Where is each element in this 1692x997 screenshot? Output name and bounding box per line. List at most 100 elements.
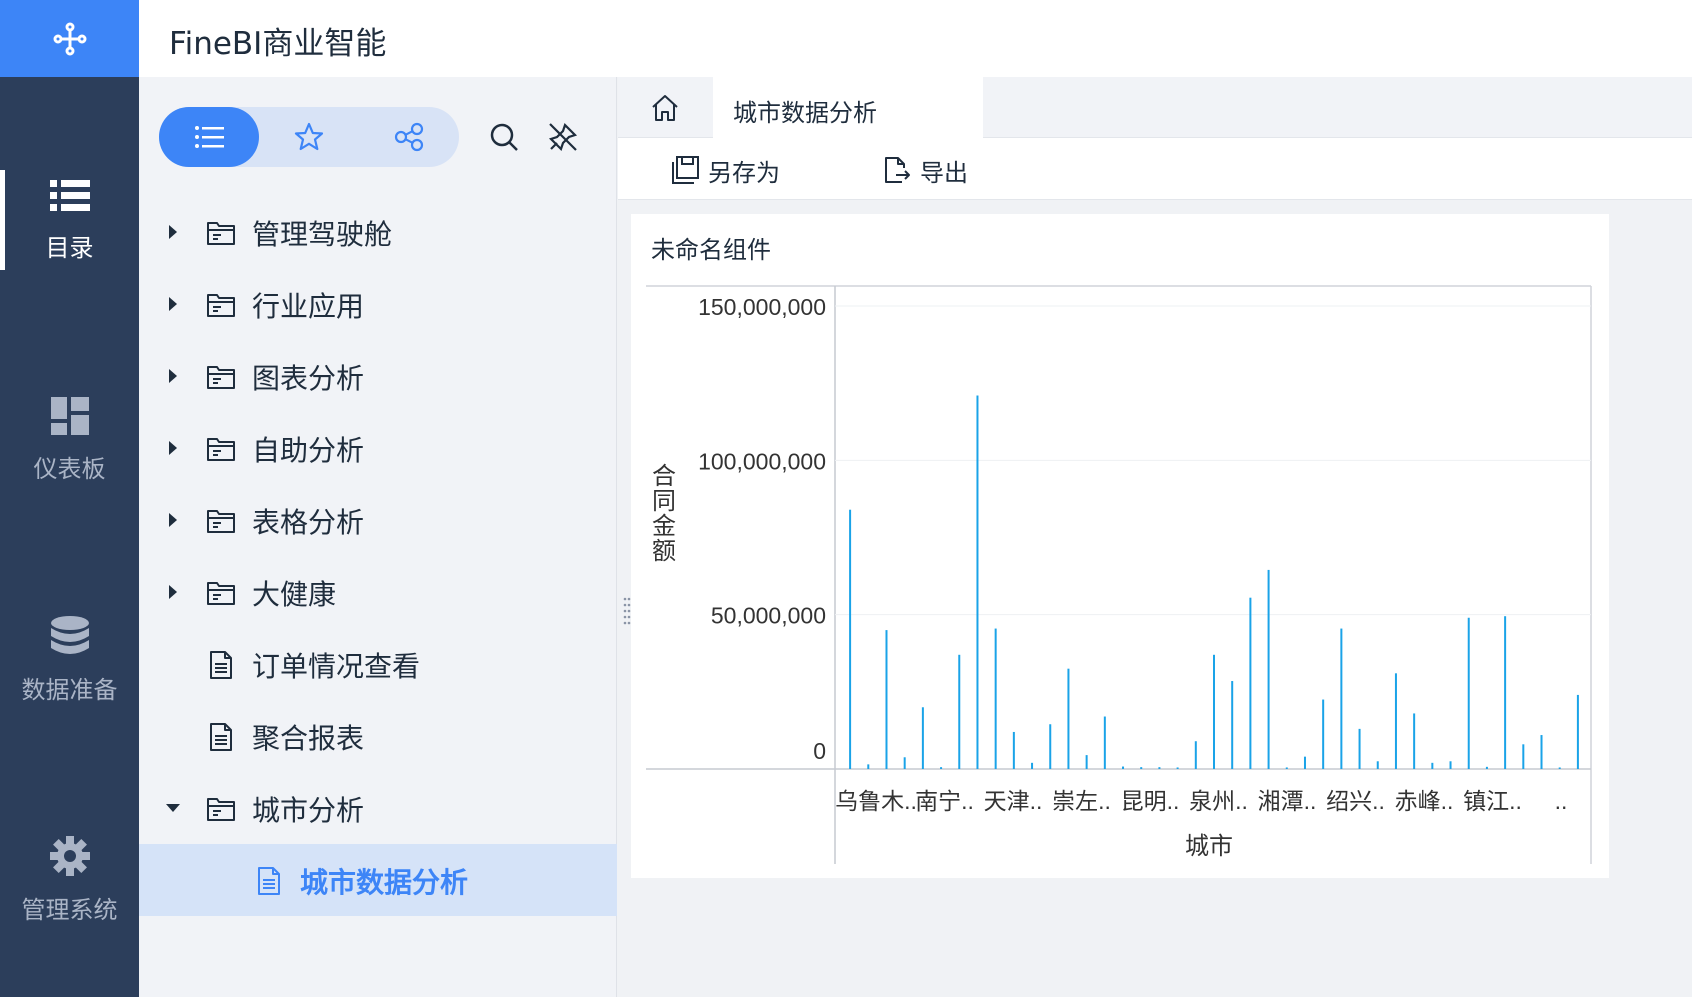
export-icon [885,157,910,183]
bar [1012,731,1015,769]
tree-folder[interactable]: 图表分析 [139,340,617,412]
caret-right-icon[interactable] [166,368,180,384]
folder-icon [207,366,235,389]
bar [1394,673,1397,769]
share-button[interactable] [359,107,459,167]
database-icon [50,615,89,654]
caret-right-icon[interactable] [166,512,180,528]
nav-item-admin[interactable]: 管理系统 [0,825,139,935]
tree-report[interactable]: 订单情况查看 [139,628,617,700]
x-tick-label: 绍兴.. [1326,788,1385,814]
main-nav: 目录 仪表板 数据准备 管理系统 [0,0,139,997]
favorites-button[interactable] [259,107,359,167]
bar [940,767,943,769]
tree-item-label: 城市数据分析 [300,866,469,899]
bar [994,628,997,769]
y-axis-title: 合同金额 [652,463,676,565]
bar [1085,755,1088,769]
folder-icon [207,294,235,317]
folder-icon [207,438,235,461]
logo[interactable] [0,0,139,77]
save-as-icon [672,156,699,184]
bar [1558,767,1561,769]
x-tick-label: 湘潭.. [1258,788,1317,814]
list-view-icon [195,126,224,148]
nav-item-data-prep[interactable]: 数据准备 [0,605,139,715]
tree-folder[interactable]: 自助分析 [139,412,617,484]
search-button[interactable] [486,119,522,155]
tree-folder[interactable]: 表格分析 [139,484,617,556]
tree-folder[interactable]: 城市分析 [139,772,617,844]
bar [1576,694,1579,769]
tree-report[interactable]: 聚合报表 [139,700,617,772]
bar [1267,569,1270,769]
bar [1467,617,1470,769]
chart-widget[interactable]: 未命名组件 0 50,000,000 100,000,000 150,000,000 乌… [631,214,1609,878]
bar [1340,628,1343,769]
y-tick-label: 150,000,000 [698,294,826,320]
x-tick-label: 崇左.. [1052,788,1111,814]
caret-right-icon[interactable] [166,584,180,600]
unpin-button[interactable] [545,119,581,155]
bar [1031,762,1034,769]
bar [1103,716,1106,769]
bar [1449,761,1452,769]
tree-item-label: 自助分析 [252,434,365,467]
x-tick-label: 赤峰.. [1395,788,1454,814]
export-button[interactable]: 导出 [882,152,968,188]
tree-item-label: 大健康 [252,578,337,611]
nav-label: 目录 [45,233,94,262]
list-view-button[interactable] [159,107,259,167]
tree-folder[interactable]: 管理驾驶舱 [139,196,617,268]
caret-down-icon[interactable] [166,800,180,816]
tree-report[interactable]: 城市数据分析 [139,844,617,916]
x-tick-label: 昆明.. [1121,788,1180,814]
tab-bar: 城市数据分析 [618,77,1692,139]
top-header: FineBI商业智能 [139,0,1692,77]
dashboard-icon [50,396,89,435]
tree-folder[interactable]: 大健康 [139,556,617,628]
app-title: FineBI商业智能 [169,26,387,62]
save-as-button[interactable]: 另存为 [670,152,780,188]
bar [1303,756,1306,769]
bar [976,395,979,769]
bar [1413,713,1416,769]
tree-item-label: 行业应用 [252,290,365,323]
y-tick-label: 50,000,000 [711,603,826,629]
bar [1322,699,1325,769]
x-axis-title: 城市 [1185,833,1233,860]
bar [921,707,924,769]
unpin-icon [548,122,578,152]
bar [1358,728,1361,769]
search-icon [490,123,518,151]
tab-city-data-analysis[interactable]: 城市数据分析 [713,77,983,139]
nav-item-catalog[interactable]: 目录 [0,165,139,275]
caret-right-icon[interactable] [166,296,180,312]
bar [1249,597,1252,769]
nav-item-dashboard[interactable]: 仪表板 [0,385,139,495]
save-as-label: 另存为 [708,158,780,187]
tree-folder[interactable]: 行业应用 [139,268,617,340]
x-tick-label: 乌鲁木.. [835,788,917,814]
tree-item-label: 城市分析 [252,794,365,827]
caret-right-icon[interactable] [166,440,180,456]
x-tick-label: 天津.. [984,788,1043,814]
bar [958,654,961,769]
folder-icon [207,798,235,821]
list-icon [49,179,90,211]
bar [1431,762,1434,769]
directory-panel: 管理驾驶舱行业应用图表分析自助分析表格分析大健康订单情况查看 聚合报表城市分析城市… [139,77,617,997]
bar [1504,616,1507,769]
home-tab[interactable] [618,77,712,138]
finebi-logo-icon [53,22,86,55]
export-label: 导出 [920,158,968,187]
folder-icon [207,582,235,605]
home-icon [652,94,678,121]
nav-label: 管理系统 [21,895,118,924]
bar [1540,735,1543,769]
x-tick-label: 泉州.. [1189,788,1248,814]
bar [849,509,852,769]
share-icon [394,122,424,152]
caret-right-icon[interactable] [166,224,180,240]
nav-label: 仪表板 [33,454,106,483]
